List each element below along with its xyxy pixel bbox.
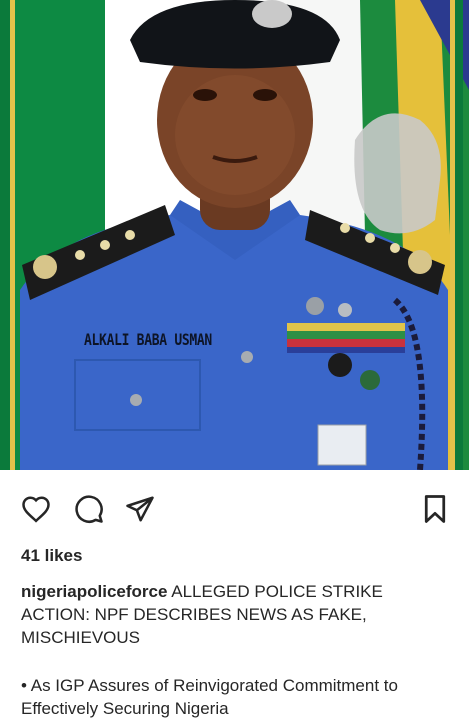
- likes-count[interactable]: 41 likes: [21, 546, 82, 566]
- like-button[interactable]: [20, 493, 52, 525]
- save-button[interactable]: [419, 493, 451, 525]
- caption: nigeriapoliceforce ALLEGED POLICE STRIKE…: [21, 580, 451, 649]
- comment-icon: [75, 495, 103, 523]
- comment-button[interactable]: [73, 493, 105, 525]
- caption-username[interactable]: nigeriapoliceforce: [21, 582, 167, 601]
- officer-portrait-illustration: [0, 0, 469, 470]
- bookmark-icon: [424, 495, 446, 523]
- caption-bullet: • As IGP Assures of Reinvigorated Commit…: [21, 676, 398, 718]
- share-button[interactable]: [124, 493, 156, 525]
- send-icon: [126, 496, 154, 522]
- post-image[interactable]: ALKALI BABA USMAN: [0, 0, 469, 470]
- name-tag: ALKALI BABA USMAN: [84, 331, 212, 350]
- heart-icon: [22, 496, 50, 523]
